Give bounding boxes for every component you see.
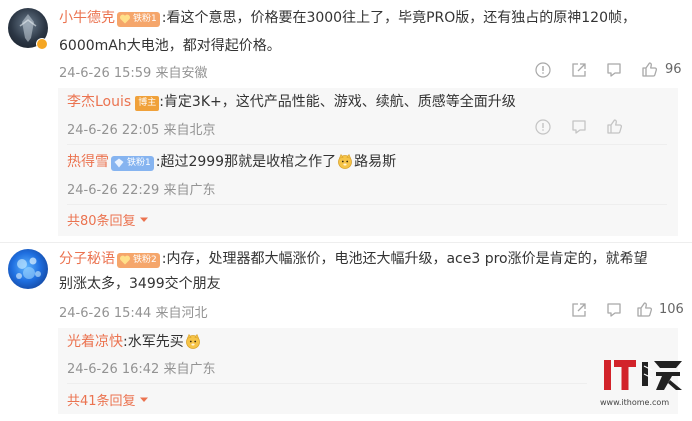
reply-username[interactable]: 李杰Louis — [67, 94, 131, 110]
fan-heart-icon — [119, 255, 131, 265]
like-count: 96 — [665, 62, 682, 77]
reply-username[interactable]: 热得雪 — [67, 154, 109, 170]
comment-icon[interactable] — [571, 119, 587, 135]
fan-badge: 铁粉1 — [111, 156, 154, 171]
reply-divider — [67, 204, 667, 205]
like-icon[interactable] — [606, 118, 623, 135]
reply-text: :超过2999那就是收棺之作了 — [155, 154, 337, 170]
reply-meta: 24-6-26 22:05 来自北京 — [67, 123, 216, 138]
comment-icon[interactable] — [606, 302, 622, 318]
report-icon[interactable] — [535, 62, 551, 78]
more-replies-link[interactable]: 共80条回复 — [67, 210, 149, 229]
fan-badge-label: 铁粉1 — [133, 14, 157, 24]
emoji-dog-icon — [185, 333, 200, 349]
chevron-down-icon — [139, 397, 148, 402]
comment-text-line2: 6000mAh大电池，都对得起价格。 — [59, 38, 281, 54]
emoji-dog-icon — [338, 153, 352, 169]
reply-divider — [67, 144, 667, 145]
fan-badge-label: 铁粉2 — [133, 255, 157, 265]
like-icon[interactable] — [636, 301, 653, 318]
reply-text-after: 路易斯 — [354, 154, 397, 170]
watermark-url: www.ithome.com — [600, 398, 670, 407]
comment-text-line1: :内存，处理器都大幅涨价，电池还大幅升级，ace3 pro涨价是肯定的，就希望 — [161, 251, 648, 267]
fan-diamond-icon — [114, 158, 124, 168]
more-replies-label: 共80条回复 — [67, 214, 136, 229]
ithome-watermark: www.ithome.com — [598, 354, 688, 414]
comment-text-line1: :看这个意思，价格要在3000往上了，毕竟PRO版，还有独占的原神120帧， — [161, 10, 636, 26]
like-count: 106 — [659, 302, 684, 317]
reply-text: :水军先买 — [123, 334, 184, 350]
reply-username[interactable]: 光着凉快 — [67, 334, 123, 350]
more-replies-link[interactable]: 共41条回复 — [67, 390, 149, 409]
more-replies-label: 共41条回复 — [67, 394, 136, 409]
reply-text: :肯定3K+，这代产品性能、游戏、续航、质感等全面升级 — [159, 94, 516, 110]
report-icon[interactable] — [535, 119, 551, 135]
avatar-image — [16, 257, 41, 279]
fan-badge: 铁粉1 — [117, 12, 160, 27]
reply-meta: 24-6-26 22:29 来自广东 — [67, 183, 216, 198]
comment-username[interactable]: 分子秘语 — [59, 251, 115, 267]
author-badge: 博主 — [135, 96, 160, 111]
fan-heart-icon — [119, 14, 131, 24]
verified-badge — [36, 38, 48, 50]
like-icon[interactable] — [641, 61, 658, 78]
reply-divider — [67, 383, 587, 384]
comment-icon[interactable] — [606, 62, 622, 78]
fan-badge-label: 铁粉1 — [127, 158, 151, 168]
reply-meta: 24-6-26 16:42 来自广东 — [67, 362, 216, 377]
share-icon[interactable] — [571, 302, 587, 318]
comment-meta: 24-6-26 15:44 来自河北 — [59, 306, 208, 321]
fan-badge: 铁粉2 — [117, 253, 160, 268]
share-icon[interactable] — [571, 62, 587, 78]
comment-separator — [0, 242, 692, 243]
ithome-logo — [604, 360, 682, 390]
comment-username[interactable]: 小牛德克 — [59, 10, 115, 26]
comment-text-line2: 别涨太多，3499交个朋友 — [59, 276, 221, 292]
comment-meta: 24-6-26 15:59 来自安徽 — [59, 66, 208, 81]
chevron-down-icon — [139, 217, 148, 222]
avatar[interactable] — [8, 249, 48, 289]
